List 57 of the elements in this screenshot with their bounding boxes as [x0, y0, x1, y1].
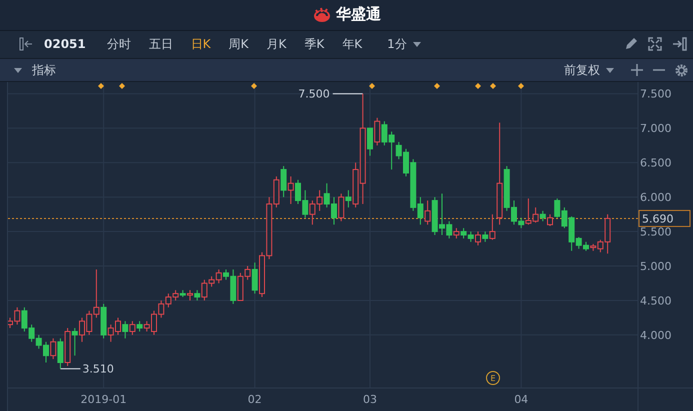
candlestick: [475, 231, 481, 246]
candlestick: [122, 320, 128, 339]
candlestick: [489, 214, 496, 240]
stock-code: 02051: [44, 37, 86, 52]
price-axis-label: 7.500: [640, 88, 672, 101]
date-axis-label: 03: [363, 393, 377, 406]
candlestick: [72, 328, 78, 356]
price-axis-label: 5.000: [640, 260, 672, 274]
candlestick: [280, 166, 287, 198]
candlestick: [540, 210, 546, 222]
price-axis-label: 4.500: [640, 294, 672, 308]
candlestick: [129, 320, 136, 336]
app-title: 华盛通: [336, 5, 381, 24]
period-tab[interactable]: 周K: [220, 36, 258, 53]
caret-icon: [14, 68, 22, 73]
candlestick: [374, 117, 380, 146]
candlestick: [136, 320, 143, 332]
candlestick: [288, 176, 294, 204]
candlestick: [187, 290, 193, 301]
leader-line: [60, 368, 81, 370]
current-price-tag: [638, 210, 690, 227]
indicator-toggle[interactable]: 指标: [10, 62, 60, 79]
candlestick: [367, 128, 373, 156]
candlestick: [345, 190, 352, 208]
adjustment-dropdown[interactable]: 前复权: [560, 62, 618, 79]
earnings-badge[interactable]: E: [486, 371, 500, 385]
date-axis-label: 2019-01: [80, 393, 127, 406]
period-tab[interactable]: 五日: [140, 36, 182, 53]
caret-icon: [412, 42, 421, 47]
price-marker-label: 7.500: [298, 88, 330, 101]
period-tab[interactable]: 季K: [295, 36, 334, 53]
price-axis-label: 6.500: [640, 156, 672, 170]
candlestick: [50, 338, 56, 360]
price-axis-label: 7.000: [640, 122, 672, 136]
candlestick: [252, 262, 258, 294]
price-marker-label: 3.510: [82, 362, 114, 376]
interval-dropdown[interactable]: 1分: [383, 36, 425, 53]
candlestick: [547, 214, 553, 227]
price-axis-label: 4.000: [640, 328, 672, 342]
date-axis-label: 02: [248, 393, 262, 406]
period-tab[interactable]: 年K: [333, 36, 372, 53]
candlestick: [482, 231, 488, 242]
period-tab[interactable]: 分时: [98, 36, 140, 53]
candlestick: [57, 338, 64, 370]
caret-icon: [606, 68, 614, 73]
candlestick: [453, 228, 460, 239]
period-tab[interactable]: 月K: [258, 36, 296, 53]
price-axis-label: 6.000: [640, 191, 672, 204]
current-price: 5.690: [642, 212, 674, 226]
logo-icon: [312, 6, 332, 23]
candlestick: [338, 193, 344, 222]
price-axis-label: 5.500: [640, 226, 672, 239]
candlestick: [424, 200, 431, 226]
date-axis-label: 04: [514, 393, 528, 406]
leader-line: [332, 93, 364, 94]
candlestick: [194, 290, 200, 301]
period-tab[interactable]: 日K: [182, 36, 220, 53]
